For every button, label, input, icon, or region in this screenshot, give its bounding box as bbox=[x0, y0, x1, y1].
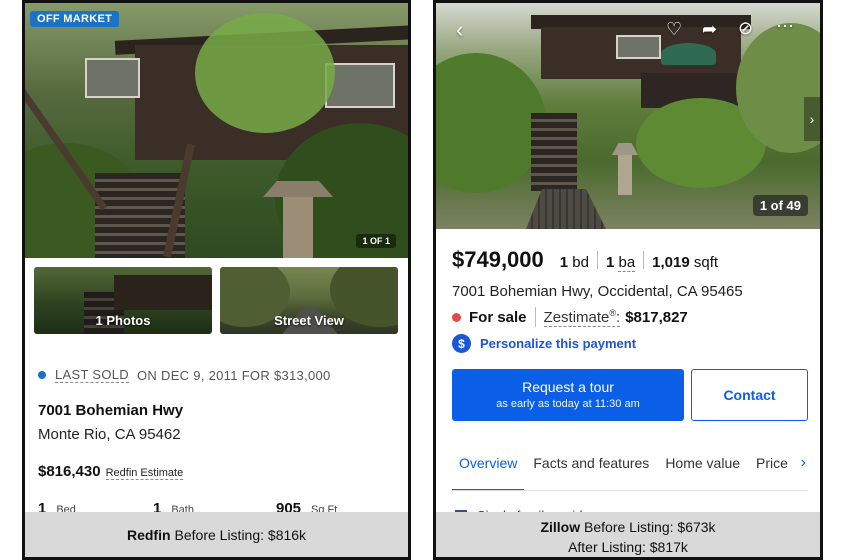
status-dot-icon bbox=[452, 312, 461, 322]
estimate-price: $816,430 bbox=[38, 463, 101, 480]
divider bbox=[534, 307, 536, 327]
status-label: For sale bbox=[469, 308, 527, 326]
divider bbox=[643, 251, 645, 269]
umbrella bbox=[661, 43, 716, 65]
personalize-label: Personalize this payment bbox=[480, 336, 637, 351]
chevron-right-icon[interactable]: › bbox=[798, 454, 806, 472]
tab-price[interactable]: Price bbox=[749, 453, 795, 490]
caption-line1: Zillow Before Listing: $673k bbox=[436, 517, 820, 537]
estimate-label[interactable]: Redfin Estimate bbox=[105, 467, 184, 480]
caption-brand: Redfin bbox=[126, 526, 171, 543]
redfin-panel: OFF MARKET 1 OF 1 1 Photos Street View L… bbox=[22, 0, 411, 560]
beds-stat: 1 bd bbox=[560, 254, 589, 271]
last-sold-label[interactable]: LAST SOLD bbox=[55, 367, 129, 383]
sqft-value: 1,019 bbox=[652, 254, 690, 271]
stairs bbox=[531, 113, 577, 191]
comparison-caption: Zillow Before Listing: $673k After Listi… bbox=[436, 512, 820, 557]
caption-line1-text: Before Listing: $673k bbox=[584, 519, 716, 535]
tour-subtitle: as early as today at 11:30 am bbox=[496, 398, 640, 410]
price-summary: $749,000 1 bd 1 ba 1,019 sqft bbox=[452, 247, 726, 273]
zestimate-label[interactable]: Zestimate®: bbox=[543, 307, 621, 327]
caption-line2: After Listing: $817k bbox=[568, 539, 688, 555]
house-photo[interactable]: OFF MARKET 1 OF 1 bbox=[25, 3, 408, 258]
window bbox=[85, 58, 140, 98]
detail-tabs: Overview Facts and features Home value P… bbox=[452, 453, 808, 491]
beds-value: 1 bbox=[559, 254, 569, 271]
street-view-thumbnail[interactable]: Street View bbox=[220, 267, 398, 334]
street-view-label: Street View bbox=[274, 313, 344, 328]
tab-overview[interactable]: Overview bbox=[452, 453, 525, 490]
photos-thumbnail[interactable]: 1 Photos bbox=[34, 267, 212, 334]
photo-counter: 1 of 49 bbox=[752, 195, 808, 216]
sqft-unit: sqft bbox=[693, 254, 719, 271]
tree-foliage bbox=[195, 13, 335, 133]
zestimate-label-text: Zestimate bbox=[543, 308, 610, 326]
sale-status-row: For sale Zestimate®: $817,827 bbox=[452, 307, 688, 327]
last-sold-row: LAST SOLD ON DEC 9, 2011 FOR $313,000 bbox=[38, 367, 331, 383]
zillow-panel: ‹ ♡ ➦ ⊘ ⋯ › 1 of 49 $749,000 1 bd 1 ba 1… bbox=[433, 0, 823, 560]
tree-foliage bbox=[436, 53, 546, 193]
baths-stat: 1 ba bbox=[605, 254, 636, 272]
window bbox=[325, 63, 395, 108]
baths-value: 1 bbox=[605, 254, 615, 271]
beds-unit: bd bbox=[572, 254, 589, 271]
baths-unit[interactable]: ba bbox=[618, 254, 636, 272]
city-state-zip: Monte Rio, CA 95462 bbox=[38, 426, 181, 443]
window bbox=[616, 35, 661, 59]
tab-facts-and-features[interactable]: Facts and features bbox=[526, 453, 656, 490]
lantern-roof bbox=[612, 143, 638, 155]
caption-brand: Zillow bbox=[540, 519, 581, 535]
sqft-stat: 1,019 sqft bbox=[652, 254, 718, 271]
house-photo[interactable]: ‹ ♡ ➦ ⊘ ⋯ › 1 of 49 bbox=[436, 3, 820, 229]
registered-mark: ® bbox=[609, 307, 617, 318]
share-icon[interactable]: ➦ bbox=[702, 19, 717, 40]
last-sold-detail: ON DEC 9, 2011 FOR $313,000 bbox=[137, 367, 331, 383]
redfin-estimate: $816,430 Redfin Estimate bbox=[38, 463, 184, 480]
heart-icon[interactable]: ♡ bbox=[666, 19, 682, 40]
back-arrow-icon[interactable]: ‹ bbox=[456, 17, 463, 43]
stone-lantern bbox=[618, 155, 632, 195]
tab-home-value[interactable]: Home value bbox=[658, 453, 747, 490]
more-icon[interactable]: ⋯ bbox=[776, 16, 794, 37]
divider bbox=[596, 251, 598, 269]
hide-icon[interactable]: ⊘ bbox=[738, 18, 753, 39]
zestimate-value: $817,827 bbox=[625, 308, 688, 326]
walkway bbox=[526, 189, 606, 229]
personalize-payment-link[interactable]: $ Personalize this payment bbox=[452, 334, 636, 353]
comparison-caption: Redfin Before Listing: $816k bbox=[25, 512, 408, 557]
request-tour-button[interactable]: Request a tour as early as today at 11:3… bbox=[452, 369, 684, 421]
full-address: 7001 Bohemian Hwy, Occidental, CA 95465 bbox=[452, 283, 743, 300]
contact-button[interactable]: Contact bbox=[691, 369, 808, 421]
status-dot-icon bbox=[38, 371, 46, 379]
photo-counter: 1 OF 1 bbox=[356, 234, 396, 248]
stone-lantern bbox=[283, 197, 313, 258]
chevron-right-icon[interactable]: › bbox=[804, 97, 820, 141]
street-address: 7001 Bohemian Hwy bbox=[38, 402, 184, 419]
tour-title: Request a tour bbox=[522, 379, 614, 395]
list-price: $749,000 bbox=[452, 247, 544, 272]
photos-label: 1 Photos bbox=[95, 313, 151, 328]
off-market-badge: OFF MARKET bbox=[30, 11, 120, 27]
caption-text: Before Listing: $816k bbox=[174, 526, 307, 543]
dollar-icon: $ bbox=[452, 334, 471, 353]
